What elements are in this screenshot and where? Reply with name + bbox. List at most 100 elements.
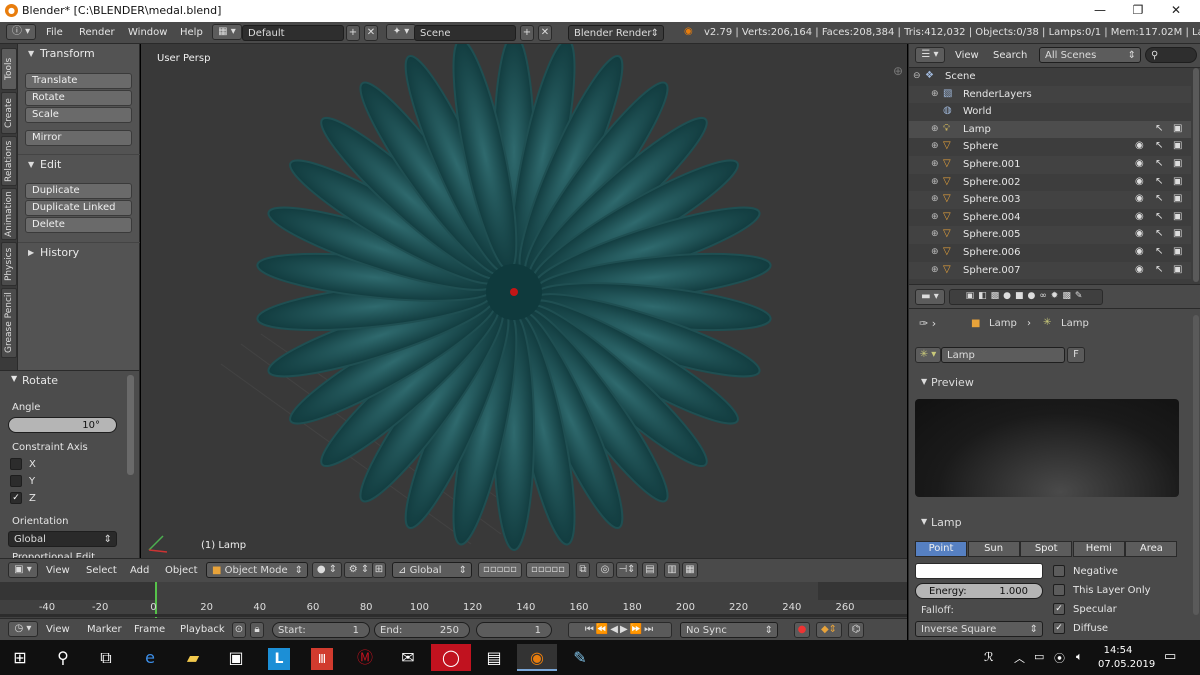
menu-playback[interactable]: Playback bbox=[180, 624, 225, 635]
people-icon[interactable]: ℛ bbox=[984, 650, 994, 664]
lamp-type-spot-button[interactable]: Spot bbox=[1020, 541, 1073, 557]
menu-search[interactable]: Search bbox=[993, 50, 1027, 61]
editor-type-properties-icon[interactable]: ▬ ▾ bbox=[915, 289, 945, 305]
snap-icon[interactable]: ⊣⇕ bbox=[616, 562, 638, 578]
outliner-scrollbar[interactable] bbox=[1193, 68, 1199, 282]
option-this-layer-only-checkbox[interactable] bbox=[1053, 584, 1065, 596]
blender-taskbar-icon[interactable]: ◉ bbox=[517, 644, 557, 671]
transform-orientation-select[interactable]: ⊿ Global ⇕ bbox=[392, 562, 472, 578]
keyframe-icon[interactable]: ⌬ bbox=[848, 622, 864, 638]
render-camera-icon[interactable]: ▣ bbox=[1173, 158, 1182, 169]
tab-grease-pencil[interactable]: Grease Pencil bbox=[1, 288, 17, 358]
add-layout-button[interactable]: + bbox=[346, 25, 360, 41]
outliner-row[interactable]: ⊕ ▧ RenderLayers bbox=[909, 85, 1191, 104]
visibility-eye-icon[interactable]: ◉ bbox=[1135, 140, 1144, 151]
opera-icon[interactable]: ◯ bbox=[431, 644, 471, 671]
mail-icon[interactable]: ✉ bbox=[388, 644, 428, 671]
add-scene-button[interactable]: + bbox=[520, 25, 534, 41]
select-arrow-icon[interactable]: ↖ bbox=[1155, 193, 1163, 204]
menu-view[interactable]: View bbox=[46, 624, 70, 635]
select-arrow-icon[interactable]: ↖ bbox=[1155, 140, 1163, 151]
visibility-eye-icon[interactable]: ◉ bbox=[1135, 264, 1144, 275]
visibility-eye-icon[interactable]: ◉ bbox=[1135, 228, 1144, 239]
clock-date[interactable]: 07.05.2019 bbox=[1098, 659, 1155, 670]
operator-scrollbar[interactable] bbox=[127, 375, 134, 475]
search-icon[interactable]: ⚲ bbox=[43, 644, 83, 671]
axis-z-checkbox[interactable]: ✓ bbox=[10, 492, 22, 504]
render-camera-icon[interactable]: ▣ bbox=[1173, 246, 1182, 257]
properties-scrollbar[interactable] bbox=[1193, 315, 1199, 615]
outliner-search-input[interactable]: ⚲ bbox=[1145, 47, 1197, 63]
render-camera-icon[interactable]: ▣ bbox=[1173, 140, 1182, 151]
editor-type-outliner-icon[interactable]: ☰ ▾ bbox=[915, 47, 945, 63]
maximize-button[interactable]: ❐ bbox=[1128, 3, 1148, 19]
lamp-type-hemi-button[interactable]: Hemi bbox=[1072, 541, 1125, 557]
visibility-eye-icon[interactable]: ◉ bbox=[1135, 176, 1144, 187]
select-arrow-icon[interactable]: ↖ bbox=[1155, 158, 1163, 169]
remove-layout-button[interactable]: ✕ bbox=[364, 25, 378, 41]
expand-toggle-icon[interactable]: ⊖ bbox=[913, 71, 921, 81]
outliner-row[interactable]: ⊕ ▽ Sphere.007 ◉ ↖ ▣ bbox=[909, 261, 1191, 280]
sync-select[interactable]: No Sync ⇕ bbox=[680, 622, 778, 638]
preview-panel-title[interactable]: Preview bbox=[931, 376, 974, 389]
menu-render[interactable]: Render bbox=[79, 27, 115, 38]
menu-select[interactable]: Select bbox=[86, 565, 117, 576]
menu-marker[interactable]: Marker bbox=[87, 624, 122, 635]
select-arrow-icon[interactable]: ↖ bbox=[1155, 123, 1163, 134]
playback-controls[interactable]: ⏮⏪◀▶⏩⏭ bbox=[568, 622, 672, 638]
timeline-scrollbar[interactable] bbox=[0, 614, 907, 617]
menu-view[interactable]: View bbox=[46, 565, 70, 576]
lamp-type-point-button[interactable]: Point bbox=[915, 541, 967, 557]
render-camera-icon[interactable]: ▣ bbox=[1173, 211, 1182, 222]
volume-icon[interactable]: 🔈︎ bbox=[1076, 650, 1083, 664]
context-tabs[interactable]: ▣◧▩●■●∞✹▩✎ bbox=[949, 289, 1103, 305]
render-camera-icon[interactable]: ▣ bbox=[1173, 228, 1182, 239]
expand-toggle-icon[interactable]: ⊕ bbox=[931, 141, 939, 151]
proportional-edit-icon[interactable]: ◎ bbox=[596, 562, 614, 578]
timeline[interactable]: -40 -20 0 20 40 60 80 100 120 140 160 180 200 220 240 2… bbox=[0, 582, 907, 618]
remove-scene-button[interactable]: ✕ bbox=[538, 25, 552, 41]
angle-field[interactable]: 10° bbox=[8, 417, 117, 433]
display-mode-select[interactable]: All Scenes ⇕ bbox=[1039, 47, 1141, 63]
tab-create[interactable]: Create bbox=[1, 92, 17, 134]
axis-x-checkbox[interactable] bbox=[10, 458, 22, 470]
menu-add[interactable]: Add bbox=[130, 565, 149, 576]
outliner-row[interactable]: ⊕ ▽ Sphere.005 ◉ ↖ ▣ bbox=[909, 226, 1191, 244]
outliner-row[interactable]: ⊕ ▽ Sphere ◉ ↖ ▣ bbox=[909, 138, 1191, 156]
option-diffuse-checkbox[interactable]: ✓ bbox=[1053, 622, 1065, 634]
energy-field[interactable]: Energy: 1.000 bbox=[915, 583, 1043, 599]
mode-select[interactable]: ■ Object Mode ⇕ bbox=[206, 562, 308, 578]
lock-range-icon[interactable]: 🔒︎ bbox=[250, 622, 264, 638]
paint-icon[interactable]: ✎ bbox=[560, 644, 600, 671]
start-frame-field[interactable]: Start: 1 bbox=[272, 622, 370, 638]
mcafee-icon[interactable]: Ⓜ bbox=[345, 644, 385, 671]
expand-toggle-icon[interactable]: ⊕ bbox=[931, 177, 939, 187]
edit-panel-header[interactable]: ▼ Edit bbox=[18, 154, 140, 174]
render-camera-icon[interactable]: ▣ bbox=[1173, 123, 1182, 134]
app-icon[interactable]: ▤ bbox=[474, 644, 514, 671]
orientation-select[interactable]: Global ⇕ bbox=[8, 531, 117, 547]
scene-icon[interactable]: ✦ ▾ bbox=[386, 24, 416, 40]
render-camera-icon[interactable]: ▣ bbox=[1173, 176, 1182, 187]
select-arrow-icon[interactable]: ↖ bbox=[1155, 211, 1163, 222]
lamp-type-sun-button[interactable]: Sun bbox=[967, 541, 1020, 557]
visibility-eye-icon[interactable]: ◉ bbox=[1135, 193, 1144, 204]
network-icon[interactable]: ⦿ bbox=[1054, 650, 1065, 666]
option-negative-checkbox[interactable] bbox=[1053, 565, 1065, 577]
visibility-eye-icon[interactable]: ◉ bbox=[1135, 211, 1144, 222]
tray-chevron-icon[interactable]: ︿ bbox=[1014, 650, 1025, 666]
falloff-select[interactable]: Inverse Square ⇕ bbox=[915, 621, 1043, 637]
layout-field[interactable]: Default bbox=[242, 25, 344, 41]
expand-toggle-icon[interactable]: ⊕ bbox=[931, 124, 939, 134]
select-arrow-icon[interactable]: ↖ bbox=[1155, 264, 1163, 275]
duplicate-linked-button[interactable]: Duplicate Linked bbox=[25, 200, 132, 216]
notifications-icon[interactable]: ▭ bbox=[1164, 649, 1176, 664]
fake-user-button[interactable]: F bbox=[1067, 347, 1085, 363]
render-camera-icon[interactable]: ▣ bbox=[1173, 264, 1182, 275]
layer-buttons-a[interactable]: ▫▫▫▫▫ bbox=[478, 562, 522, 578]
start-button-icon[interactable]: ⊞ bbox=[0, 644, 40, 671]
editor-type-timeline-icon[interactable]: ◷ ▾ bbox=[8, 621, 38, 637]
preview-range-icon[interactable]: ⊙ bbox=[232, 622, 246, 638]
render-engine-select[interactable]: Blender Render ⇕ bbox=[568, 25, 664, 41]
rotate-button[interactable]: Rotate bbox=[25, 90, 132, 106]
